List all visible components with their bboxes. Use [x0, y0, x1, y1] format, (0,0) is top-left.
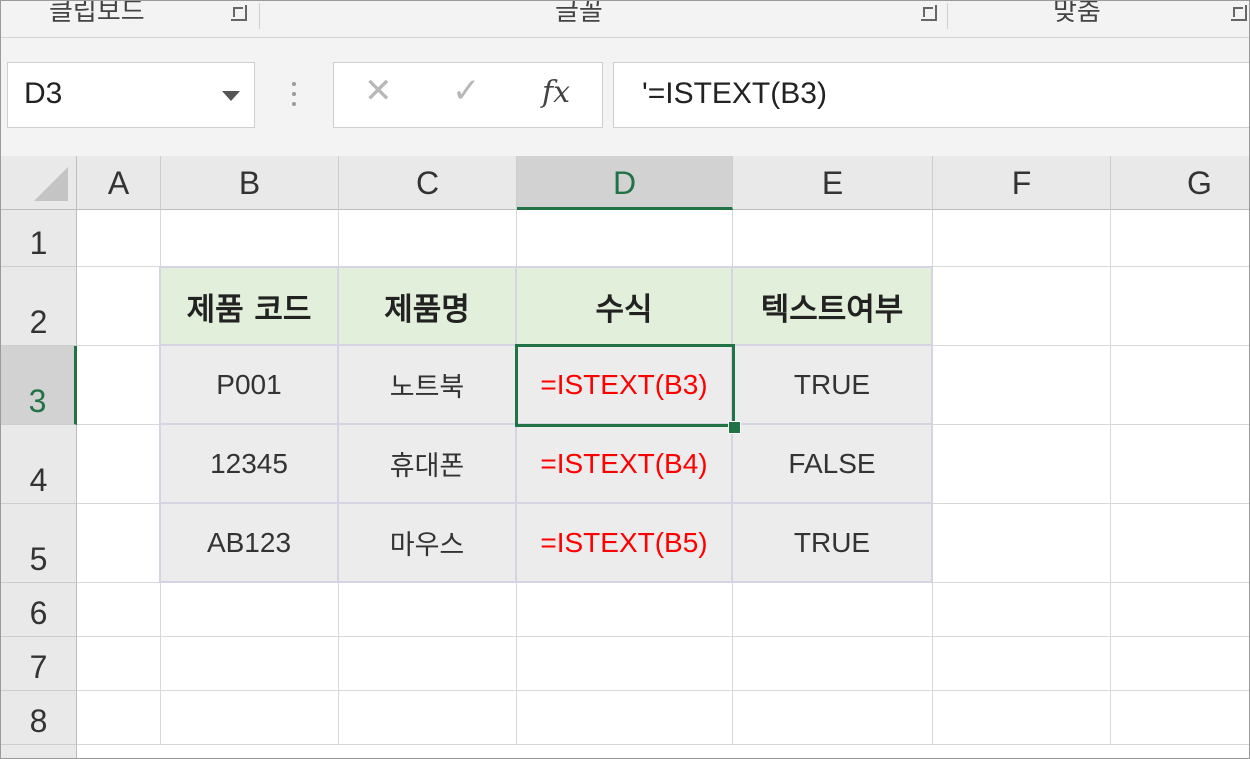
clipboard-dialog-launcher-icon[interactable]: [231, 5, 247, 21]
table-header-formula[interactable]: 수식: [515, 266, 733, 346]
cell-f5[interactable]: [933, 504, 1111, 583]
row-header-7[interactable]: 7: [1, 637, 77, 691]
table-cell-formula[interactable]: =ISTEXT(B4): [515, 423, 733, 504]
row-header-5[interactable]: 5: [1, 504, 77, 583]
cell-a7[interactable]: [77, 637, 161, 691]
select-all-triangle-icon: [34, 167, 68, 201]
formula-buttons: ✕ ✓ fx: [333, 62, 603, 128]
row-header-9[interactable]: [1, 745, 77, 758]
cell-b8[interactable]: [161, 691, 339, 745]
column-header-f[interactable]: F: [933, 156, 1111, 210]
cell-c7[interactable]: [339, 637, 517, 691]
cell-a6[interactable]: [77, 583, 161, 637]
ribbon-group-alignment-label: 맞춤: [1053, 0, 1101, 27]
cell-f8[interactable]: [933, 691, 1111, 745]
cell-g6[interactable]: [1111, 583, 1249, 637]
cell-g4[interactable]: [1111, 425, 1249, 504]
column-header-g[interactable]: G: [1111, 156, 1249, 210]
cell-g8[interactable]: [1111, 691, 1249, 745]
table-cell-result[interactable]: TRUE: [731, 502, 933, 583]
cell-c1[interactable]: [339, 210, 517, 267]
ribbon-group-clipboard-label: 클립보드: [49, 0, 145, 27]
cell-f2[interactable]: [933, 267, 1111, 346]
ribbon-separator: [947, 3, 948, 29]
ribbon-separator: [259, 3, 260, 29]
cell-b6[interactable]: [161, 583, 339, 637]
close-icon[interactable]: ✕: [364, 71, 393, 111]
cell-a5[interactable]: [77, 504, 161, 583]
table-cell-name[interactable]: 휴대폰: [337, 423, 517, 504]
column-header-b[interactable]: B: [161, 156, 339, 210]
check-icon[interactable]: ✓: [452, 71, 481, 111]
column-header-c[interactable]: C: [339, 156, 517, 210]
cell-e7[interactable]: [733, 637, 933, 691]
column-header-e[interactable]: E: [733, 156, 933, 210]
table-cell-name[interactable]: 노트북: [337, 344, 517, 425]
cell-d6[interactable]: [517, 583, 733, 637]
font-dialog-launcher-icon[interactable]: [921, 5, 937, 21]
table-cell-result[interactable]: FALSE: [731, 423, 933, 504]
formula-input-value: '=ISTEXT(B3): [642, 77, 827, 110]
cell-g3[interactable]: [1111, 346, 1249, 425]
insert-function-icon[interactable]: fx: [542, 75, 570, 110]
row-header-4[interactable]: 4: [1, 425, 77, 504]
fill-handle[interactable]: [728, 421, 741, 434]
cell-g5[interactable]: [1111, 504, 1249, 583]
row-header-6[interactable]: 6: [1, 583, 77, 637]
cell-a3[interactable]: [77, 346, 161, 425]
cell-e1[interactable]: [733, 210, 933, 267]
cell-c6[interactable]: [339, 583, 517, 637]
row-header-3[interactable]: 3: [1, 346, 77, 425]
cell-f4[interactable]: [933, 425, 1111, 504]
name-box-value: D3: [24, 77, 63, 110]
cell-c8[interactable]: [339, 691, 517, 745]
cell-e6[interactable]: [733, 583, 933, 637]
table-header-is-text[interactable]: 텍스트여부: [731, 266, 933, 346]
cell-e8[interactable]: [733, 691, 933, 745]
cell-d1[interactable]: [517, 210, 733, 267]
cell-f3[interactable]: [933, 346, 1111, 425]
drag-handle-icon[interactable]: [291, 82, 297, 112]
table-cell-code[interactable]: AB123: [159, 502, 339, 583]
table-header-product-name[interactable]: 제품명: [337, 266, 517, 346]
worksheet-grid: A B C D E F G 1 2 3 4 5 6 7 8 제품 코드 제품명 …: [1, 156, 1249, 758]
row-header-8[interactable]: 8: [1, 691, 77, 745]
cell-f1[interactable]: [933, 210, 1111, 267]
cell-d7[interactable]: [517, 637, 733, 691]
table-cell-code[interactable]: 12345: [159, 423, 339, 504]
cell-b7[interactable]: [161, 637, 339, 691]
table-cell-result[interactable]: TRUE: [731, 344, 933, 425]
table-cell-code[interactable]: P001: [159, 344, 339, 425]
table-cell-formula[interactable]: =ISTEXT(B3): [515, 344, 733, 425]
ribbon-group-labels: 클립보드 글꼴 맞춤: [1, 1, 1249, 38]
alignment-dialog-launcher-icon[interactable]: [1231, 5, 1247, 21]
row-header-1[interactable]: 1: [1, 210, 77, 267]
row-header-2[interactable]: 2: [1, 267, 77, 346]
cell-b1[interactable]: [161, 210, 339, 267]
cell-g2[interactable]: [1111, 267, 1249, 346]
cell-a1[interactable]: [77, 210, 161, 267]
select-all-button[interactable]: [1, 156, 77, 210]
cell-a8[interactable]: [77, 691, 161, 745]
excel-window: 클립보드 글꼴 맞춤 D3 ✕ ✓ fx '=ISTEXT(B3) A B C …: [0, 0, 1250, 759]
table-cell-name[interactable]: 마우스: [337, 502, 517, 583]
table-cell-formula[interactable]: =ISTEXT(B5): [515, 502, 733, 583]
cell-a4[interactable]: [77, 425, 161, 504]
chevron-down-icon[interactable]: [222, 91, 240, 101]
column-header-a[interactable]: A: [77, 156, 161, 210]
ribbon-group-font-label: 글꼴: [555, 0, 603, 27]
cell-f6[interactable]: [933, 583, 1111, 637]
name-box[interactable]: D3: [7, 62, 255, 128]
cell-d8[interactable]: [517, 691, 733, 745]
table-header-product-code[interactable]: 제품 코드: [159, 266, 339, 346]
formula-bar-area: D3 ✕ ✓ fx '=ISTEXT(B3): [1, 38, 1249, 156]
cell-g7[interactable]: [1111, 637, 1249, 691]
column-header-d[interactable]: D: [517, 156, 733, 210]
cell-f7[interactable]: [933, 637, 1111, 691]
formula-input[interactable]: '=ISTEXT(B3): [613, 62, 1249, 128]
cell-g1[interactable]: [1111, 210, 1249, 267]
cell-a2[interactable]: [77, 267, 161, 346]
